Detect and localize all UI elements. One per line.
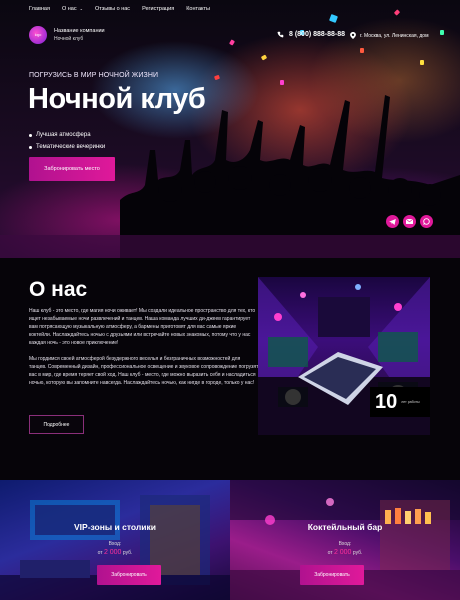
whatsapp-icon[interactable] xyxy=(420,215,433,228)
hero-features: Лучшая атмосфера Тематические вечеринки xyxy=(29,129,105,153)
vip-card: VIP-зоны и столики Вход: от 2 000 руб. З… xyxy=(0,480,230,600)
nav-item-home[interactable]: Главная xyxy=(29,6,50,12)
hero-tagline: ПОГРУЗИСЬ В МИР НОЧНОЙ ЖИЗНИ xyxy=(29,72,159,79)
bar-card: Коктейльный бар Вход: от 2 000 руб. Забр… xyxy=(230,480,460,600)
card-price: от 2 000 руб. xyxy=(0,549,230,556)
about-text: Наш клуб - это место, где магия ночи ожи… xyxy=(29,307,259,395)
address: г. Москва, ул. Ленинская, дом xyxy=(350,32,429,39)
years-number: 10 xyxy=(375,390,398,413)
social-links xyxy=(386,215,433,228)
hero-title: Ночной клуб xyxy=(28,83,206,115)
book-bar-button[interactable]: Забронировать xyxy=(300,565,364,585)
feature-item: Лучшая атмосфера xyxy=(29,129,105,141)
phone-number: 8 (800) 888-88-88 xyxy=(289,31,346,38)
phone-link[interactable]: 8 (800) 888-88-88 xyxy=(277,31,345,38)
price-prefix: от xyxy=(97,550,103,556)
card-entry-label: Вход: xyxy=(338,541,352,547)
years-label: лет работы xyxy=(401,400,420,404)
nav-item-about-label: О нас xyxy=(61,6,77,12)
card-title: VIP-зоны и столики xyxy=(74,522,156,532)
price-value: 2 000 xyxy=(333,549,352,556)
feature-item: Тематические вечеринки xyxy=(29,141,105,153)
price-value: 2 000 xyxy=(103,549,122,556)
confetti xyxy=(440,30,444,35)
feature-label: Тематические вечеринки xyxy=(36,144,106,150)
more-button[interactable]: Подробнее xyxy=(29,415,84,434)
telegram-icon[interactable] xyxy=(386,215,399,228)
logo[interactable]: logo xyxy=(29,26,47,44)
price-prefix: от xyxy=(327,550,333,556)
phone-icon xyxy=(277,31,284,38)
price-suffix: руб. xyxy=(122,550,133,556)
top-nav: Главная О нас ⌄ Отзывы о нас Регистрация … xyxy=(29,6,210,12)
location-pin-icon xyxy=(350,32,356,39)
nav-item-contacts[interactable]: Контакты xyxy=(186,6,210,12)
company-block: Название компании Ночной клуб xyxy=(54,27,105,43)
bullet-icon xyxy=(29,145,32,149)
feature-label: Лучшая атмосфера xyxy=(36,132,91,138)
address-text: г. Москва, ул. Ленинская, дом xyxy=(360,32,429,39)
nav-item-about[interactable]: О нас ⌄ xyxy=(62,6,83,12)
confetti xyxy=(420,60,424,65)
about-paragraph: Мы гордимся своей атмосферой безудержног… xyxy=(29,356,259,386)
about-paragraph: Наш клуб - это место, где магия ночи ожи… xyxy=(29,308,256,346)
nav-item-reviews[interactable]: Отзывы о нас xyxy=(95,6,130,12)
mail-icon[interactable] xyxy=(403,215,416,228)
about-title: О нас xyxy=(29,278,88,301)
years-badge: 10 лет работы xyxy=(370,387,430,417)
logo-text: logo xyxy=(34,33,42,37)
confetti xyxy=(360,48,364,53)
confetti xyxy=(280,80,284,85)
card-title: Коктейльный бар xyxy=(307,522,383,532)
company-name: Название компании xyxy=(54,28,105,34)
book-place-button[interactable]: Забронировать место xyxy=(29,157,115,181)
chevron-down-icon: ⌄ xyxy=(79,6,83,11)
hero-section: Главная О нас ⌄ Отзывы о нас Регистрация … xyxy=(0,0,460,258)
price-suffix: руб. xyxy=(352,550,363,556)
bullet-icon xyxy=(29,133,32,137)
book-vip-button[interactable]: Забронировать xyxy=(97,565,161,585)
card-price: от 2 000 руб. xyxy=(230,549,460,556)
card-entry-label: Вход: xyxy=(108,541,122,547)
nav-item-register[interactable]: Регистрация xyxy=(142,6,174,12)
company-subtitle: Ночной клуб xyxy=(54,36,84,42)
